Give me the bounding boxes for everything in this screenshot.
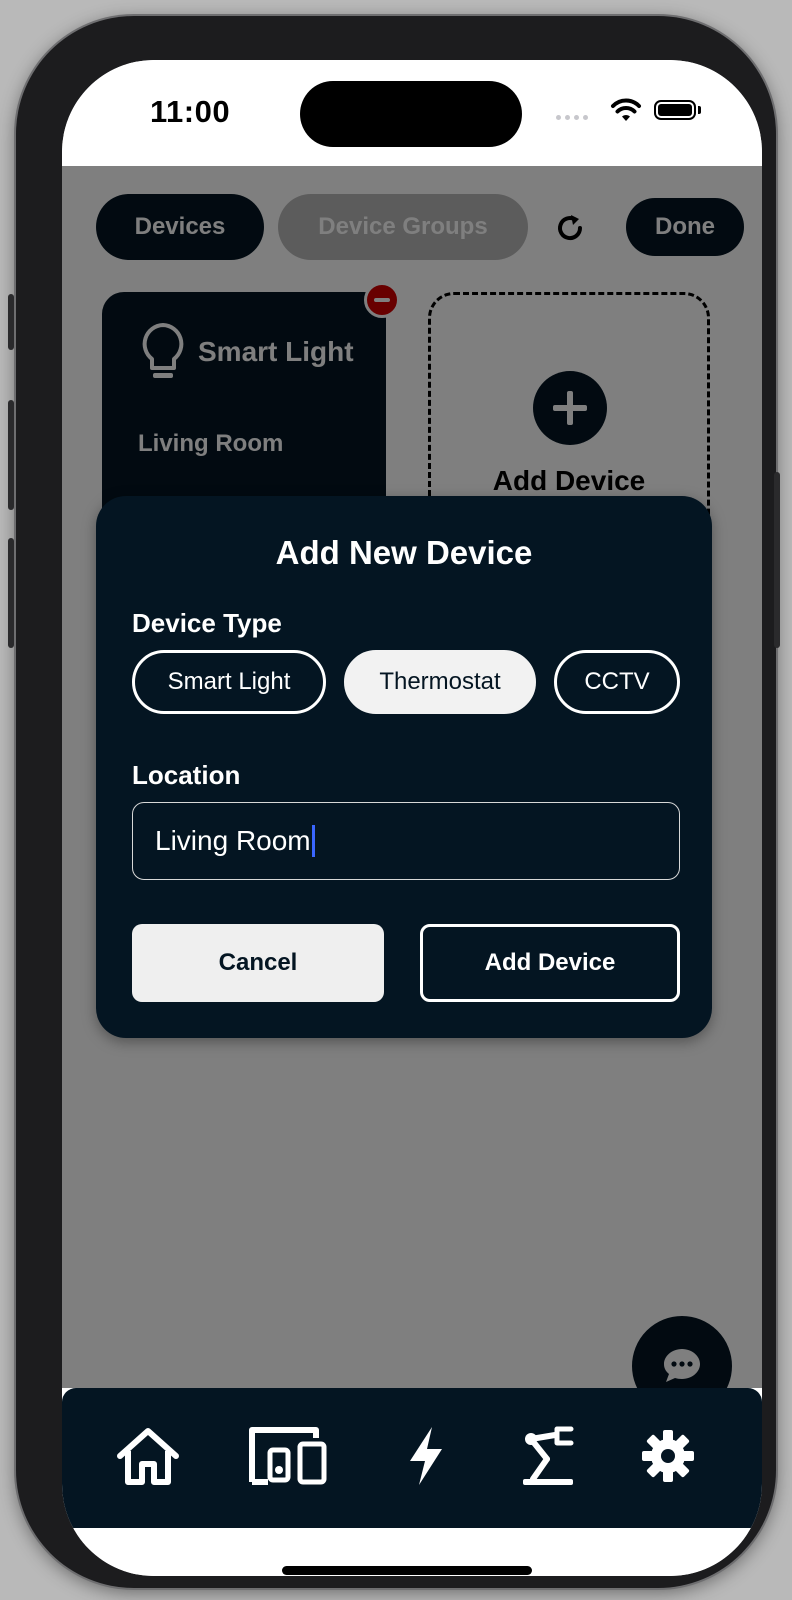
home-icon — [117, 1428, 179, 1485]
location-input[interactable]: Living Room — [132, 802, 680, 880]
cellular-signal-icon — [556, 115, 588, 120]
dynamic-island — [300, 81, 522, 147]
bottom-nav — [62, 1388, 762, 1528]
robot-arm-icon — [523, 1426, 574, 1485]
add-device-button[interactable]: Add Device — [420, 924, 680, 1002]
device-type-thermostat[interactable]: Thermostat — [344, 650, 536, 714]
battery-icon — [654, 100, 696, 120]
modal-title: Add New Device — [275, 534, 533, 571]
location-input-value: Living Room — [155, 825, 311, 856]
cancel-button[interactable]: Cancel — [132, 924, 384, 1002]
devices-icon — [249, 1427, 327, 1485]
phone-frame: 11:00 Devices Device Groups — [8, 16, 780, 1588]
energy-icon — [410, 1427, 442, 1485]
nav-home[interactable] — [108, 1416, 188, 1496]
status-bar: 11:00 — [62, 60, 762, 166]
nav-energy[interactable] — [386, 1416, 466, 1496]
settings-icon — [642, 1430, 694, 1482]
nav-settings[interactable] — [628, 1416, 708, 1496]
location-label: Location — [132, 760, 241, 790]
home-indicator[interactable] — [282, 1566, 532, 1575]
battery-tip — [698, 106, 701, 114]
device-type-smart-light[interactable]: Smart Light — [132, 650, 326, 714]
add-device-modal: Add New Device Device Type Smart Light T… — [96, 496, 712, 1038]
text-caret — [311, 825, 315, 857]
action-button — [8, 294, 14, 350]
wifi-icon — [611, 98, 641, 121]
volume-down-button — [8, 538, 14, 648]
status-time: 11:00 — [150, 94, 231, 129]
device-type-cctv[interactable]: CCTV — [554, 650, 680, 714]
nav-automation[interactable] — [510, 1416, 590, 1496]
nav-devices[interactable] — [248, 1416, 328, 1496]
screen: 11:00 Devices Device Groups — [62, 60, 762, 1576]
device-type-label: Device Type — [132, 608, 282, 638]
volume-up-button — [8, 400, 14, 510]
power-button — [774, 472, 780, 648]
